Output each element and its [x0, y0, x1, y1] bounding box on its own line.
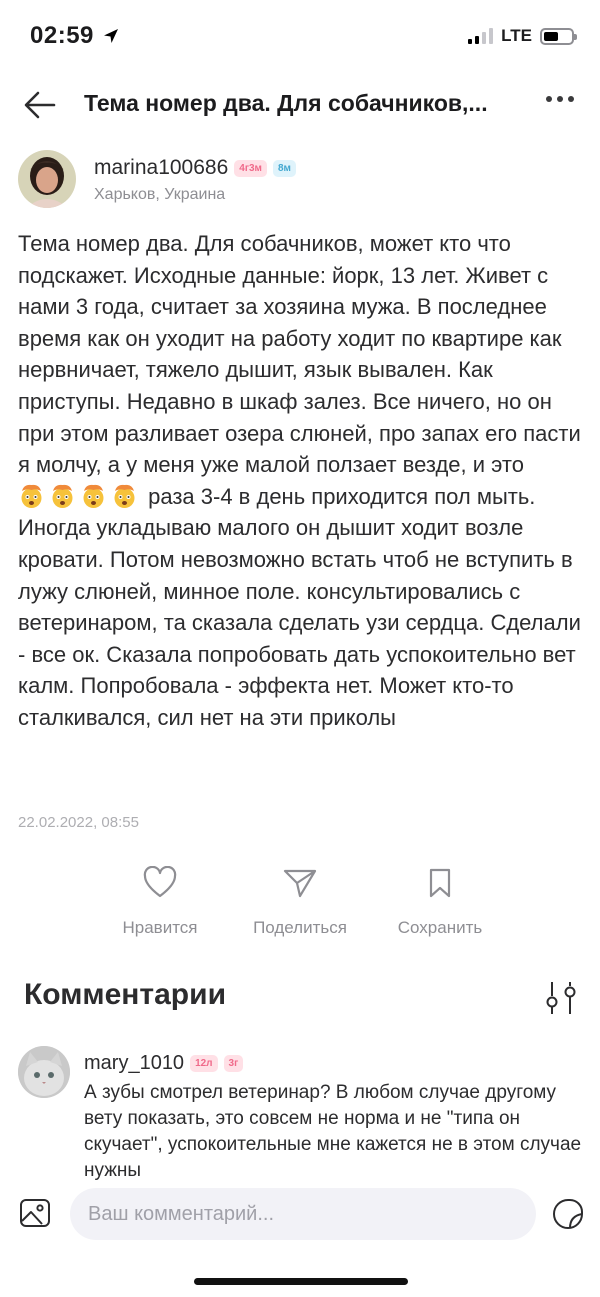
attach-image-button[interactable] — [18, 1196, 52, 1235]
sticker-button[interactable] — [550, 1196, 586, 1237]
like-button[interactable]: Нравится — [90, 866, 230, 938]
author-username[interactable]: marina100686 — [94, 156, 228, 179]
dot-icon — [546, 96, 552, 102]
network-label: LTE — [501, 26, 532, 45]
status-time: 02:59 — [30, 22, 120, 50]
post-body: Тема номер два. Для собачников, может кт… — [18, 228, 588, 734]
child-age-badge: 8м — [272, 159, 296, 177]
sticker-icon — [553, 1199, 583, 1229]
child-age-badge: 12л — [190, 1055, 218, 1073]
sliders-icon — [546, 982, 576, 1014]
save-label: Сохранить — [397, 918, 483, 937]
child-age-badge: 3г — [223, 1055, 244, 1073]
post-actions: Нравится Поделиться Сохранить — [0, 866, 600, 946]
author-location: Харьков, Украина — [94, 186, 226, 203]
author-name[interactable]: marina100686 4г3м 8м — [94, 156, 296, 180]
exploding-head-icon — [111, 482, 138, 509]
avatar-photo — [18, 150, 76, 208]
bookmark-icon — [429, 868, 451, 898]
status-time-text: 02:59 — [30, 22, 94, 49]
more-options-button[interactable] — [546, 96, 574, 102]
author-avatar[interactable] — [18, 150, 76, 208]
post-author: marina100686 4г3м 8м Харьков, Украина — [18, 150, 578, 210]
arrow-left-icon — [24, 91, 56, 119]
signal-icon — [468, 28, 494, 44]
status-indicators: LTE — [468, 26, 577, 46]
commenter-avatar[interactable] — [18, 1046, 70, 1098]
image-icon — [20, 1199, 50, 1227]
header: Тема номер два. Для собачников,... — [0, 72, 600, 136]
commenter-username[interactable]: mary_1010 — [84, 1052, 184, 1074]
comment-text: А зубы смотрел ветеринар? В любом случае… — [84, 1082, 582, 1180]
back-button[interactable] — [22, 88, 58, 122]
battery-icon — [540, 27, 577, 45]
like-label: Нравится — [122, 918, 198, 937]
share-button[interactable]: Поделиться — [230, 866, 370, 938]
filter-button[interactable] — [544, 980, 578, 1021]
exploding-head-icon — [18, 482, 45, 509]
dot-icon — [557, 96, 563, 102]
exploding-head-icon — [80, 482, 107, 509]
post-date: 22.02.2022, 08:55 — [18, 814, 139, 831]
location-arrow-icon — [103, 29, 118, 43]
avatar-photo — [18, 1046, 70, 1098]
dot-icon — [568, 96, 574, 102]
home-indicator — [194, 1278, 408, 1285]
page-title: Тема номер два. Для собачников,... — [84, 90, 488, 116]
send-icon — [283, 869, 317, 898]
post-text-part: Тема номер два. Для собачников, может кт… — [18, 231, 587, 478]
post-text-part: раза 3-4 в день приходится пол мыть. Ино… — [18, 483, 588, 730]
comment-input[interactable] — [70, 1188, 536, 1240]
comment-item: mary_1010 12л 3г А зубы смотрел ветеринар?… — [18, 1046, 584, 1180]
exploding-head-icon — [49, 482, 76, 509]
commenter-name[interactable]: mary_1010 12л 3г — [84, 1052, 244, 1075]
heart-icon — [143, 866, 177, 898]
status-bar: 02:59 LTE — [0, 0, 600, 72]
comments-heading: Комментарии — [24, 978, 227, 1011]
save-button[interactable]: Сохранить — [370, 866, 510, 938]
share-label: Поделиться — [253, 918, 347, 937]
comment-input-bar — [0, 1180, 600, 1250]
child-age-badge: 4г3м — [234, 159, 267, 177]
